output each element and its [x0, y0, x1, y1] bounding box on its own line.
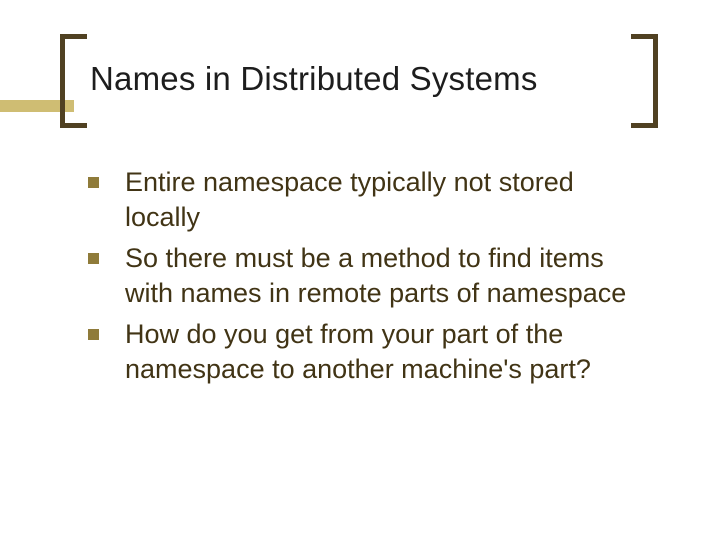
title-bracket-right: [631, 34, 658, 128]
list-item-text: So there must be a method to find items …: [125, 241, 648, 311]
slide-body: Entire namespace typically not stored lo…: [88, 165, 648, 393]
slide: Names in Distributed Systems Entire name…: [0, 0, 720, 540]
list-item: So there must be a method to find items …: [88, 241, 648, 311]
slide-title: Names in Distributed Systems: [90, 60, 630, 98]
list-item-text: Entire namespace typically not stored lo…: [125, 165, 648, 235]
title-bracket-left: [60, 34, 87, 128]
list-item: Entire namespace typically not stored lo…: [88, 165, 648, 235]
list-item-text: How do you get from your part of the nam…: [125, 317, 648, 387]
bullet-icon: [88, 329, 99, 340]
bullet-icon: [88, 253, 99, 264]
bullet-icon: [88, 177, 99, 188]
list-item: How do you get from your part of the nam…: [88, 317, 648, 387]
